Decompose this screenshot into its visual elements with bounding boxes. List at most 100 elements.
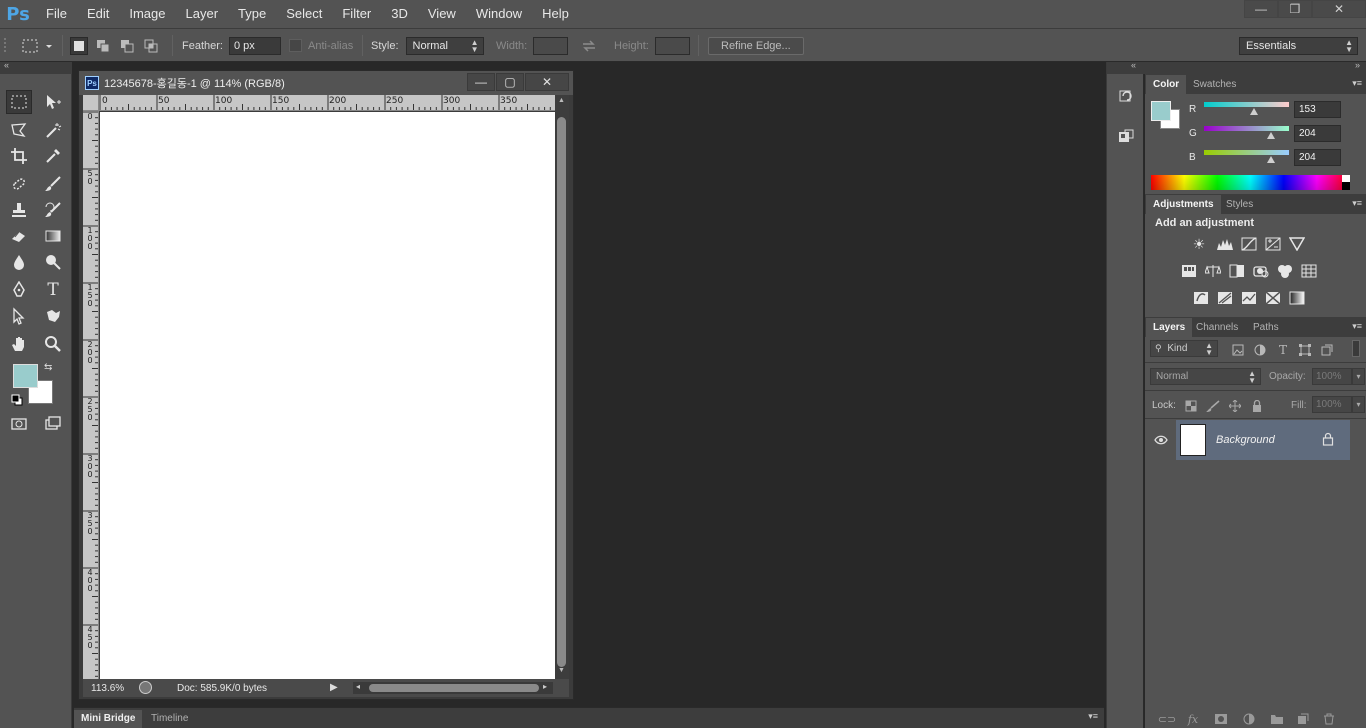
adjustment-layer-icon[interactable] <box>1241 712 1257 726</box>
curves-icon[interactable] <box>1240 236 1258 252</box>
menu-image[interactable]: Image <box>119 0 175 28</box>
dock-header[interactable]: » <box>1145 60 1366 74</box>
tab-color[interactable]: Color <box>1146 75 1187 94</box>
layer-style-fx-icon[interactable]: fx <box>1185 712 1201 726</box>
layer-filter-select[interactable]: ⚲ Kind ▲ ▼ <box>1150 340 1218 357</box>
lock-image-pixels-icon[interactable] <box>1205 398 1221 414</box>
tab-channels[interactable]: Channels <box>1189 318 1245 337</box>
history-panel-icon[interactable] <box>1117 88 1135 109</box>
menu-edit[interactable]: Edit <box>77 0 119 28</box>
refine-edge-button[interactable]: Refine Edge... <box>708 36 804 55</box>
vertical-scroll-thumb[interactable] <box>557 117 566 667</box>
hue-saturation-icon[interactable] <box>1180 263 1198 279</box>
exposure-icon[interactable] <box>1264 236 1282 252</box>
panel-menu-icon[interactable]: ▾≡ <box>1352 321 1362 332</box>
spot-healing-brush-icon[interactable] <box>6 172 32 196</box>
color-spectrum-ramp[interactable] <box>1151 175 1350 190</box>
swap-dimensions-icon[interactable] <box>581 29 597 62</box>
document-canvas[interactable] <box>100 112 555 679</box>
vertical-scrollbar[interactable]: ▲ ▼ <box>555 95 569 679</box>
properties-panel-icon[interactable] <box>1117 128 1135 149</box>
swap-colors-icon[interactable]: ⇆ <box>44 362 52 373</box>
menu-file[interactable]: File <box>36 0 77 28</box>
delete-layer-icon[interactable] <box>1321 712 1337 726</box>
eyedropper-icon[interactable] <box>40 144 66 168</box>
history-brush-icon[interactable] <box>40 198 66 222</box>
workspace-select[interactable]: Essentials ▲ ▼ <box>1239 36 1358 55</box>
green-slider[interactable] <box>1204 126 1289 131</box>
color-balance-icon[interactable] <box>1204 263 1222 279</box>
color-lookup-icon[interactable] <box>1300 263 1318 279</box>
blue-slider[interactable] <box>1204 150 1289 155</box>
scroll-right-icon[interactable]: ▸ <box>543 682 547 691</box>
default-colors-icon[interactable] <box>11 394 23 409</box>
document-titlebar[interactable]: Ps 12345678-홍길동-1 @ 114% (RGB/8) — ▢ ✕ <box>79 71 573 95</box>
tab-timeline[interactable]: Timeline <box>144 710 195 728</box>
tab-paths[interactable]: Paths <box>1246 318 1286 337</box>
new-selection-icon[interactable] <box>70 36 88 55</box>
crop-tool-icon[interactable] <box>6 144 32 168</box>
zoom-level[interactable]: 113.6% <box>83 683 133 694</box>
panel-menu-icon[interactable]: ▾≡ <box>1352 198 1362 209</box>
opacity-input[interactable]: 100% <box>1312 368 1352 385</box>
style-select[interactable]: Normal ▲ ▼ <box>405 36 484 55</box>
gradient-map-icon[interactable] <box>1288 290 1306 306</box>
add-mask-icon[interactable] <box>1213 712 1229 726</box>
doc-close-button[interactable]: ✕ <box>525 73 569 91</box>
menu-3d[interactable]: 3D <box>381 0 418 28</box>
spectrum-white-swatch[interactable] <box>1342 175 1350 182</box>
opacity-dropdown-icon[interactable]: ▾ <box>1352 368 1365 385</box>
blue-slider-thumb[interactable] <box>1267 156 1275 163</box>
selective-color-icon[interactable] <box>1264 290 1282 306</box>
hand-tool-icon[interactable] <box>6 332 32 356</box>
lock-position-icon[interactable] <box>1227 398 1243 414</box>
tools-panel-header[interactable]: « <box>0 60 72 74</box>
red-value-input[interactable]: 153 <box>1294 101 1341 118</box>
rectangular-marquee-icon[interactable] <box>6 90 32 114</box>
filter-smart-object-icon[interactable] <box>1319 342 1335 358</box>
layer-lock-icon[interactable] <box>1322 432 1334 449</box>
new-group-icon[interactable] <box>1269 712 1285 726</box>
magic-wand-icon[interactable] <box>40 118 66 142</box>
photo-filter-icon[interactable] <box>1252 263 1270 279</box>
close-button[interactable]: ✕ <box>1312 0 1366 18</box>
minimize-button[interactable]: — <box>1244 0 1278 18</box>
black-white-icon[interactable] <box>1228 263 1246 279</box>
clone-stamp-icon[interactable] <box>6 198 32 222</box>
brush-tool-icon[interactable] <box>40 172 66 196</box>
layer-row-background[interactable]: Background <box>1176 420 1350 460</box>
threshold-icon[interactable] <box>1240 290 1258 306</box>
dock-header[interactable]: « <box>1107 60 1145 74</box>
panel-menu-icon[interactable]: ▾≡ <box>1088 711 1098 722</box>
ruler-origin[interactable] <box>83 95 99 111</box>
filter-type-icon[interactable]: T <box>1275 342 1291 358</box>
vibrance-icon[interactable] <box>1288 236 1306 252</box>
tab-adjustments[interactable]: Adjustments <box>1146 195 1221 214</box>
invert-icon[interactable] <box>1192 290 1210 306</box>
lock-transparent-pixels-icon[interactable] <box>1183 398 1199 414</box>
scroll-up-icon[interactable]: ▲ <box>558 97 565 104</box>
blend-mode-select[interactable]: Normal ▲ ▼ <box>1150 368 1261 385</box>
spectrum-black-swatch[interactable] <box>1342 182 1350 190</box>
panel-menu-icon[interactable]: ▾≡ <box>1352 78 1362 89</box>
width-input[interactable] <box>533 36 569 55</box>
filter-shape-icon[interactable] <box>1297 342 1313 358</box>
quick-mask-icon[interactable] <box>6 412 32 436</box>
channel-mixer-icon[interactable] <box>1276 263 1294 279</box>
gradient-tool-icon[interactable] <box>40 224 66 248</box>
menu-window[interactable]: Window <box>466 0 532 28</box>
horizontal-scrollbar[interactable]: ◂ ▸ <box>353 682 553 694</box>
new-layer-icon[interactable] <box>1295 712 1311 726</box>
collapse-panels-icon[interactable]: » <box>1355 60 1360 70</box>
tab-styles[interactable]: Styles <box>1219 195 1260 214</box>
color-fg-swatch[interactable] <box>1151 101 1171 121</box>
filter-adjustment-icon[interactable] <box>1252 342 1268 358</box>
link-layers-icon[interactable]: ⊂⊃ <box>1158 712 1176 726</box>
menu-view[interactable]: View <box>418 0 466 28</box>
restore-button[interactable]: ❒ <box>1278 0 1312 18</box>
blue-value-input[interactable]: 204 <box>1294 149 1341 166</box>
tool-preset-picker[interactable] <box>22 29 52 62</box>
lock-all-icon[interactable] <box>1249 398 1265 414</box>
menu-type[interactable]: Type <box>228 0 276 28</box>
blur-tool-icon[interactable] <box>6 250 32 274</box>
